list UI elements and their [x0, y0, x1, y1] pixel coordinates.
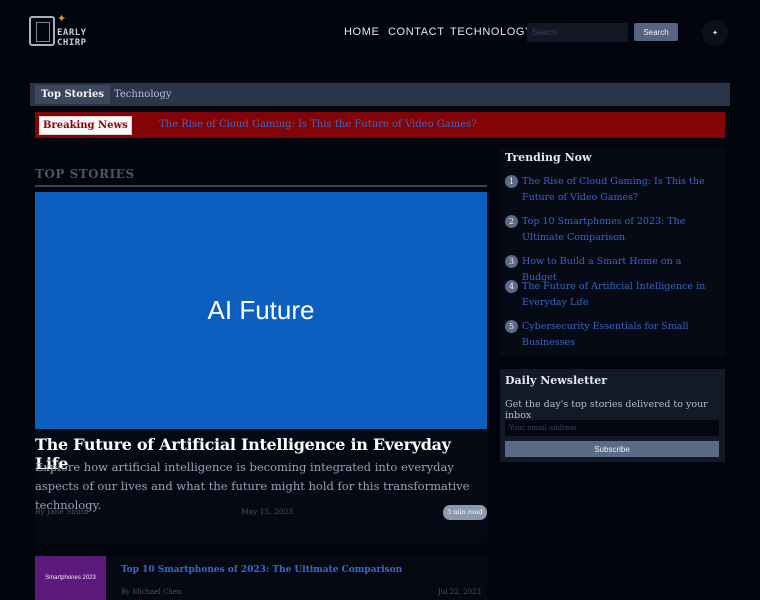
- featured-story-author: By Jane Smith: [35, 507, 89, 516]
- logo-text: EARLY CHIRP: [57, 28, 87, 48]
- trending-link[interactable]: Top 10 Smartphones of 2023: The Ultimate…: [522, 214, 718, 246]
- logo-book-icon: [29, 16, 55, 46]
- breaking-news-label: Breaking News: [39, 116, 132, 135]
- featured-story-image[interactable]: AI Future: [35, 192, 487, 429]
- newsletter-description: Get the day's top stories delivered to y…: [505, 399, 708, 421]
- tab-top-stories[interactable]: Top Stories: [35, 85, 111, 104]
- search-input[interactable]: [527, 23, 628, 42]
- breaking-news-headline[interactable]: The Rise of Cloud Gaming: Is This the Fu…: [159, 119, 477, 130]
- trending-rank-badge: 3: [505, 255, 518, 268]
- site-logo[interactable]: ✦ EARLY CHIRP: [29, 12, 119, 48]
- category-tabs: Top Stories Technology: [30, 83, 730, 106]
- tab-technology[interactable]: Technology: [108, 85, 178, 104]
- story-thumbnail[interactable]: Smartphones 2023: [35, 556, 106, 600]
- newsletter-panel: Daily Newsletter Get the day's top stori…: [500, 369, 725, 462]
- nav-technology[interactable]: TECHNOLOGY: [450, 26, 533, 38]
- theme-toggle-button[interactable]: ✦: [702, 20, 728, 46]
- featured-story-card: The Future of Artificial Intelligence in…: [35, 429, 487, 543]
- featured-story-date: May 15, 2023: [241, 507, 294, 516]
- logo-bird-icon: ✦: [57, 12, 67, 25]
- nav-contact[interactable]: CONTACT: [388, 26, 445, 38]
- trending-link[interactable]: The Future of Artificial Intelligence in…: [522, 279, 718, 311]
- trending-rank-badge: 2: [505, 215, 518, 228]
- trending-link[interactable]: The Rise of Cloud Gaming: Is This the Fu…: [522, 174, 718, 206]
- trending-title: Trending Now: [505, 151, 592, 164]
- trending-panel: Trending Now 1 The Rise of Cloud Gaming:…: [500, 147, 725, 357]
- story-title[interactable]: Top 10 Smartphones of 2023: The Ultimate…: [121, 565, 402, 575]
- story-card: Smartphones 2023 Top 10 Smartphones of 2…: [35, 556, 487, 600]
- newsletter-title: Daily Newsletter: [505, 374, 608, 387]
- trending-rank-badge: 4: [505, 280, 518, 293]
- search-button[interactable]: Search: [634, 23, 678, 41]
- sun-icon: ✦: [712, 29, 718, 37]
- story-author: By Michael Chen: [121, 588, 182, 596]
- email-field[interactable]: [505, 420, 719, 436]
- trending-link[interactable]: Cybersecurity Essentials for Small Busin…: [522, 319, 718, 351]
- site-header: ✦ EARLY CHIRP HOME CONTACT TECHNOLOGY Se…: [0, 0, 760, 65]
- section-divider: [35, 185, 487, 187]
- subscribe-button[interactable]: Subscribe: [505, 441, 719, 457]
- read-time-badge: 5 min read: [443, 505, 487, 520]
- story-date: Jul 22, 2023: [438, 588, 481, 596]
- breaking-news-bar: Breaking News The Rise of Cloud Gaming: …: [35, 112, 725, 138]
- nav-home[interactable]: HOME: [344, 26, 379, 38]
- trending-rank-badge: 5: [505, 320, 518, 333]
- top-stories-heading: TOP STORIES: [35, 167, 135, 181]
- trending-rank-badge: 1: [505, 175, 518, 188]
